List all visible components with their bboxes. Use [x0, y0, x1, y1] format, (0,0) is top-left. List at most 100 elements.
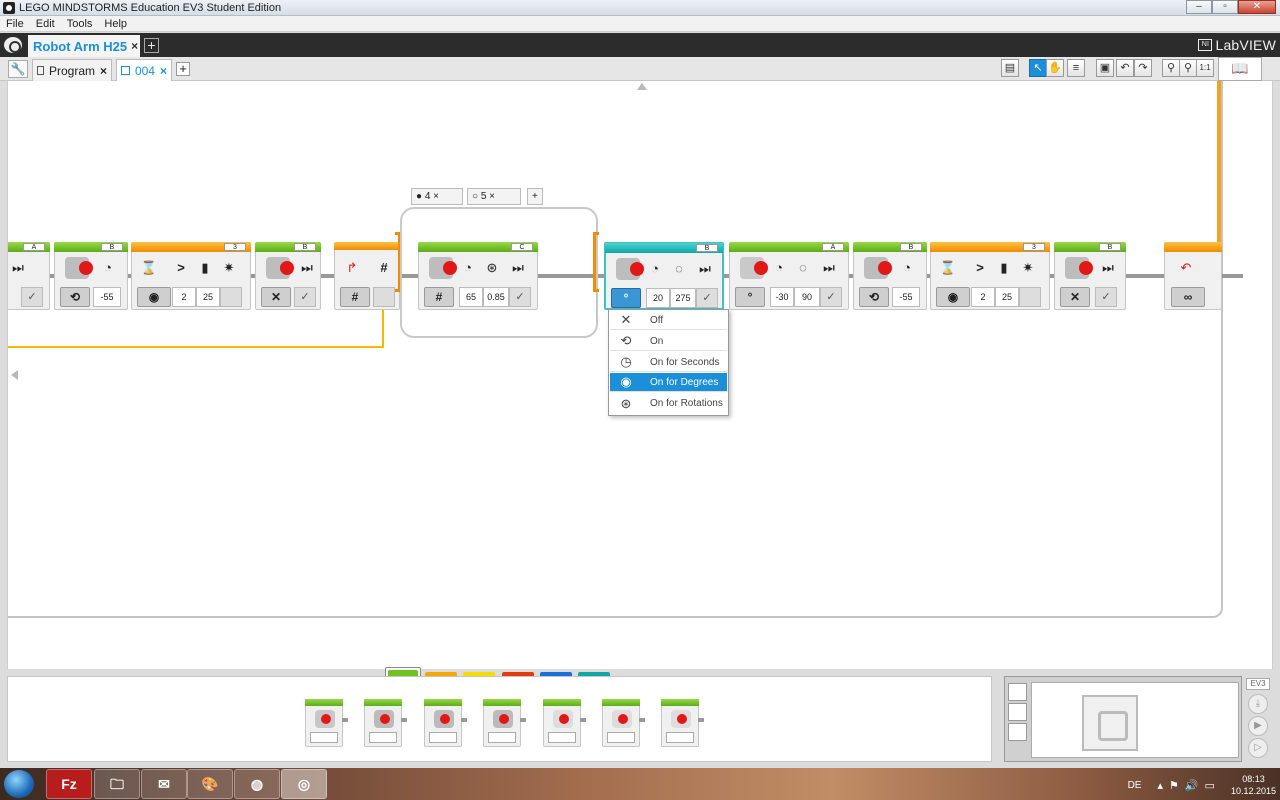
large-motor-block-b-off[interactable]: B ⏭ ✕ ✓: [255, 242, 321, 310]
file-explorer-icon[interactable]: 🗀: [94, 769, 140, 799]
medium-motor-block-a[interactable]: A ◔ ◌ ⏭ ° -30 90 ✓: [729, 242, 849, 310]
mode-selector-rotations[interactable]: #: [424, 287, 454, 307]
zoom-out-icon[interactable]: ⚲: [1162, 59, 1180, 77]
mode-selector-off[interactable]: ✕: [261, 287, 291, 307]
filezilla-icon[interactable]: Fz: [46, 769, 92, 799]
comment-tool-icon[interactable]: ≡: [1067, 59, 1085, 77]
menu-file[interactable]: File: [0, 18, 30, 30]
output-plug[interactable]: [1019, 287, 1041, 307]
port-selector[interactable]: B: [900, 243, 922, 251]
palette-sound[interactable]: [602, 699, 645, 747]
power-value[interactable]: 65: [459, 287, 483, 307]
wait-sensor-block[interactable]: 3 ⌛ > ▮ ✷ ◉ 2 25: [930, 242, 1050, 310]
minimize-button[interactable]: –: [1186, 0, 1212, 14]
degrees-value[interactable]: 275: [670, 288, 696, 308]
power-value[interactable]: 20: [646, 288, 670, 308]
power-value[interactable]: -55: [93, 287, 121, 307]
rotations-value[interactable]: 0.85: [483, 287, 509, 307]
paint-icon[interactable]: 🎨: [187, 769, 233, 799]
undo-icon[interactable]: ↶: [1116, 59, 1134, 77]
port-selector[interactable]: B: [294, 243, 316, 251]
redo-icon[interactable]: ↷: [1134, 59, 1152, 77]
add-project-button[interactable]: +: [144, 38, 159, 53]
large-motor-block-b[interactable]: B ◔ ⟲ -55: [54, 242, 128, 310]
brake-check[interactable]: ✓: [820, 287, 842, 307]
download-icon[interactable]: ⤓: [1248, 694, 1268, 714]
content-editor-book-icon[interactable]: 📖: [1218, 57, 1262, 81]
switch-block[interactable]: ↱ # #: [334, 242, 400, 310]
port-selector[interactable]: A: [822, 243, 844, 251]
switch-mode-selector[interactable]: #: [340, 287, 370, 307]
zoom-in-icon[interactable]: ⚲: [1179, 59, 1197, 77]
menu-help[interactable]: Help: [98, 18, 133, 30]
power-value[interactable]: -30: [770, 287, 794, 307]
port-view-icon[interactable]: [1008, 703, 1027, 721]
menu-tools[interactable]: Tools: [61, 18, 99, 30]
palette-move-steering[interactable]: [424, 699, 467, 747]
clock[interactable]: 08:13 10.12.2015: [1231, 773, 1276, 797]
brake-check[interactable]: ✓: [696, 288, 718, 308]
ev3-app-icon[interactable]: ◎: [281, 769, 327, 799]
available-bricks-icon[interactable]: [1008, 723, 1027, 741]
large-motor-block-b-degrees[interactable]: B ◔ ◌ ⏭ ° 20 275 ✓: [604, 242, 724, 310]
output-plug[interactable]: [220, 287, 242, 307]
palette-brick-status-light[interactable]: [661, 699, 704, 747]
threshold-param[interactable]: 2: [971, 287, 995, 307]
mode-option-off[interactable]: ✕ Off: [610, 311, 727, 330]
switch-case-5[interactable]: ○ 5 ×: [467, 188, 521, 205]
brake-check[interactable]: ✓: [509, 287, 531, 307]
download-and-run-icon[interactable]: ▶: [1248, 716, 1268, 736]
large-motor-block-c[interactable]: C ◔ ⊛ ⏭ # 65 0.85 ✓: [418, 242, 538, 310]
close-window-button[interactable]: ✕: [1238, 0, 1276, 14]
port-selector[interactable]: 3: [1023, 243, 1045, 251]
tray-icons[interactable]: ▴⚑🔊▭: [1157, 779, 1220, 792]
palette-large-motor[interactable]: [364, 699, 407, 747]
maximize-button[interactable]: ▫: [1212, 0, 1238, 14]
tab-program[interactable]: Program ×: [32, 59, 112, 81]
start-button[interactable]: [4, 770, 34, 798]
project-properties-wrench-icon[interactable]: 🔧: [8, 60, 28, 78]
brick-info-icon[interactable]: [1008, 683, 1027, 701]
mode-selector-degrees[interactable]: °: [735, 287, 765, 307]
brake-check[interactable]: ✓: [1095, 287, 1117, 307]
threshold-param[interactable]: 2: [172, 287, 196, 307]
mode-selector-off[interactable]: ✕: [1060, 287, 1090, 307]
thunderbird-icon[interactable]: ✉: [141, 769, 187, 799]
lobby-home-icon[interactable]: [4, 37, 22, 53]
wait-sensor-block[interactable]: 3 ⌛ > ▮ ✷ ◉ 2 25: [131, 242, 251, 310]
tab-004[interactable]: 004 ×: [116, 59, 172, 81]
mode-option-on-for-seconds[interactable]: ◷ On for Seconds: [610, 353, 727, 372]
mode-option-on-for-degrees[interactable]: ◉ On for Degrees: [610, 373, 727, 392]
project-close-icon[interactable]: ×: [131, 39, 138, 53]
firefox-icon[interactable]: ◍: [234, 769, 280, 799]
mode-selector-on[interactable]: ⟲: [60, 287, 90, 307]
large-motor-block-b[interactable]: B ◔ ⟲ -55: [853, 242, 927, 310]
large-motor-block-b-off[interactable]: B ⏭ ✕ ✓: [1054, 242, 1126, 310]
switch-input[interactable]: [373, 287, 395, 307]
threshold-param[interactable]: 25: [196, 287, 220, 307]
port-selector[interactable]: 3: [224, 243, 246, 251]
brake-check[interactable]: ✓: [21, 287, 43, 307]
switch-case-4[interactable]: ● 4 ×: [411, 188, 463, 205]
project-tab[interactable]: Robot Arm H25 ×: [28, 35, 140, 57]
motor-block-a[interactable]: A ⏭ ✓: [8, 242, 50, 310]
loop-end-block[interactable]: ↶ ∞: [1164, 242, 1222, 310]
degrees-value[interactable]: 90: [794, 287, 820, 307]
zoom-reset-button[interactable]: 1:1: [1196, 59, 1214, 77]
add-program-button[interactable]: +: [176, 62, 190, 76]
palette-medium-motor[interactable]: [305, 699, 348, 747]
pan-hand-icon[interactable]: ✋: [1046, 59, 1064, 77]
mode-option-on[interactable]: ⟲ On: [610, 332, 727, 351]
mode-selector-on[interactable]: ⟲: [859, 287, 889, 307]
menu-edit[interactable]: Edit: [30, 18, 61, 30]
brake-check[interactable]: ✓: [294, 287, 316, 307]
mode-selector-compare[interactable]: ◉: [137, 287, 171, 307]
port-selector[interactable]: B: [101, 243, 123, 251]
loop-mode-unlimited[interactable]: ∞: [1171, 287, 1205, 307]
palette-display[interactable]: [543, 699, 586, 747]
threshold-param[interactable]: 25: [995, 287, 1019, 307]
power-value[interactable]: -55: [892, 287, 920, 307]
comment-icon[interactable]: ▤: [1001, 59, 1019, 77]
port-selector[interactable]: A: [23, 243, 45, 251]
mode-selector-compare[interactable]: ◉: [936, 287, 970, 307]
